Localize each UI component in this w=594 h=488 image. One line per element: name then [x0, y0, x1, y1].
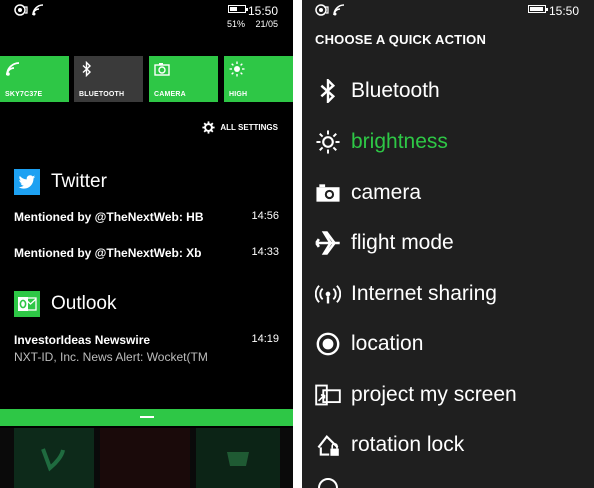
quick-action-brightness[interactable]: HIGH: [224, 56, 293, 102]
quick-action-label: SKY7C37E: [5, 91, 43, 98]
project-screen-icon: [315, 384, 341, 406]
bluetooth-icon: [320, 79, 336, 103]
quick-action-option-location[interactable]: location: [315, 324, 423, 364]
quick-actions-row: SKY7C37E BLUETOOTH CAMERA HIGH: [0, 56, 293, 102]
notification-item[interactable]: Mentioned by @TheNextWeb: Xb 14:33: [14, 246, 279, 260]
status-bar: 15:50: [302, 0, 594, 30]
notification-time: 14:33: [251, 246, 279, 258]
vine-icon: [41, 448, 65, 472]
battery-percent: 51%: [226, 19, 245, 29]
camera-icon: [154, 63, 170, 76]
game-controller-icon: [227, 452, 249, 466]
notification-item[interactable]: Mentioned by @TheNextWeb: HB 14:56: [14, 210, 279, 224]
action-center-screen: 15:50 51% 21/05 SKY7C37E BLUETOOTH CAMER…: [0, 0, 293, 488]
notification-title: InvestorIdeas Newswire: [14, 333, 151, 347]
quick-action-option-flight-mode[interactable]: flight mode: [315, 223, 454, 263]
notification-title: Mentioned by @TheNextWeb: Xb: [14, 246, 202, 260]
bluetooth-icon: [82, 61, 92, 77]
partial-next-option-icon: [318, 478, 338, 488]
internet-sharing-icon: [315, 285, 341, 304]
quick-action-label: BLUETOOTH: [79, 91, 125, 98]
wifi-icon: [6, 62, 20, 76]
twitter-app-header[interactable]: Twitter: [14, 169, 107, 195]
all-settings-link[interactable]: ALL SETTINGS: [202, 121, 278, 134]
quick-action-wifi[interactable]: SKY7C37E: [0, 56, 69, 102]
quick-action-option-label: rotation lock: [351, 433, 465, 456]
notification-time: 14:56: [251, 210, 279, 222]
games-tile[interactable]: [196, 428, 280, 488]
vine-tile[interactable]: [14, 428, 94, 488]
quick-action-option-label: Bluetooth: [351, 79, 440, 102]
location-icon: [316, 332, 340, 356]
quick-action-label: CAMERA: [154, 91, 186, 98]
quick-action-option-label: project my screen: [351, 383, 517, 406]
quick-action-option-label: brightness: [351, 130, 448, 153]
quick-action-option-brightness[interactable]: brightness: [315, 122, 448, 162]
notification-item[interactable]: InvestorIdeas Newswire 14:19 NXT-ID, Inc…: [14, 333, 279, 364]
camera-icon: [316, 184, 340, 202]
battery-icon: [228, 5, 248, 13]
outlook-app-header[interactable]: Outlook: [14, 291, 116, 317]
brightness-icon: [316, 130, 340, 154]
notification-time: 14:19: [251, 333, 279, 345]
quick-action-option-rotation-lock[interactable]: rotation lock: [315, 425, 464, 465]
clock: 15:50: [247, 4, 278, 18]
page-title: CHOOSE A QUICK ACTION: [315, 32, 487, 47]
choose-quick-action-screen: 15:50 CHOOSE A QUICK ACTION Bluetooth br…: [302, 0, 594, 488]
notification-title: Mentioned by @TheNextWeb: HB: [14, 210, 204, 224]
battery-icon: [528, 5, 548, 13]
brightness-icon: [229, 61, 245, 77]
signal-icon: [315, 4, 329, 16]
quick-action-option-project-my-screen[interactable]: project my screen: [315, 375, 517, 415]
quick-action-option-label: flight mode: [351, 231, 454, 254]
date: 21/05: [255, 19, 278, 29]
quick-action-option-label: camera: [351, 181, 422, 204]
app-name: Outlook: [51, 293, 117, 314]
quick-action-bluetooth[interactable]: BLUETOOTH: [74, 56, 143, 102]
signal-icon: [14, 4, 28, 16]
quick-action-option-label: location: [351, 332, 424, 355]
quick-action-camera[interactable]: CAMERA: [149, 56, 218, 102]
wifi-status-icon: [333, 4, 345, 16]
quick-action-option-internet-sharing[interactable]: Internet sharing: [315, 274, 497, 314]
rotation-lock-icon: [317, 434, 339, 456]
clock: 15:50: [548, 4, 579, 18]
twitter-icon: [14, 169, 40, 195]
quick-action-option-label: Internet sharing: [351, 282, 497, 305]
action-center-drag-handle[interactable]: [0, 409, 293, 426]
wifi-status-icon: [32, 4, 44, 16]
airplane-icon: [315, 231, 340, 255]
app-name: Twitter: [51, 171, 107, 192]
quick-action-option-camera[interactable]: camera: [315, 173, 421, 213]
outlook-icon: [14, 291, 40, 317]
start-screen-tiles: [0, 428, 293, 488]
app-tile[interactable]: [100, 428, 190, 488]
notification-subtitle: NXT-ID, Inc. News Alert: Wocket(TM: [14, 350, 208, 364]
status-bar: 15:50 51% 21/05: [0, 0, 293, 30]
all-settings-label: ALL SETTINGS: [220, 123, 278, 132]
gear-icon: [202, 121, 215, 134]
quick-action-label: HIGH: [229, 91, 248, 98]
quick-action-option-bluetooth[interactable]: Bluetooth: [315, 71, 440, 111]
